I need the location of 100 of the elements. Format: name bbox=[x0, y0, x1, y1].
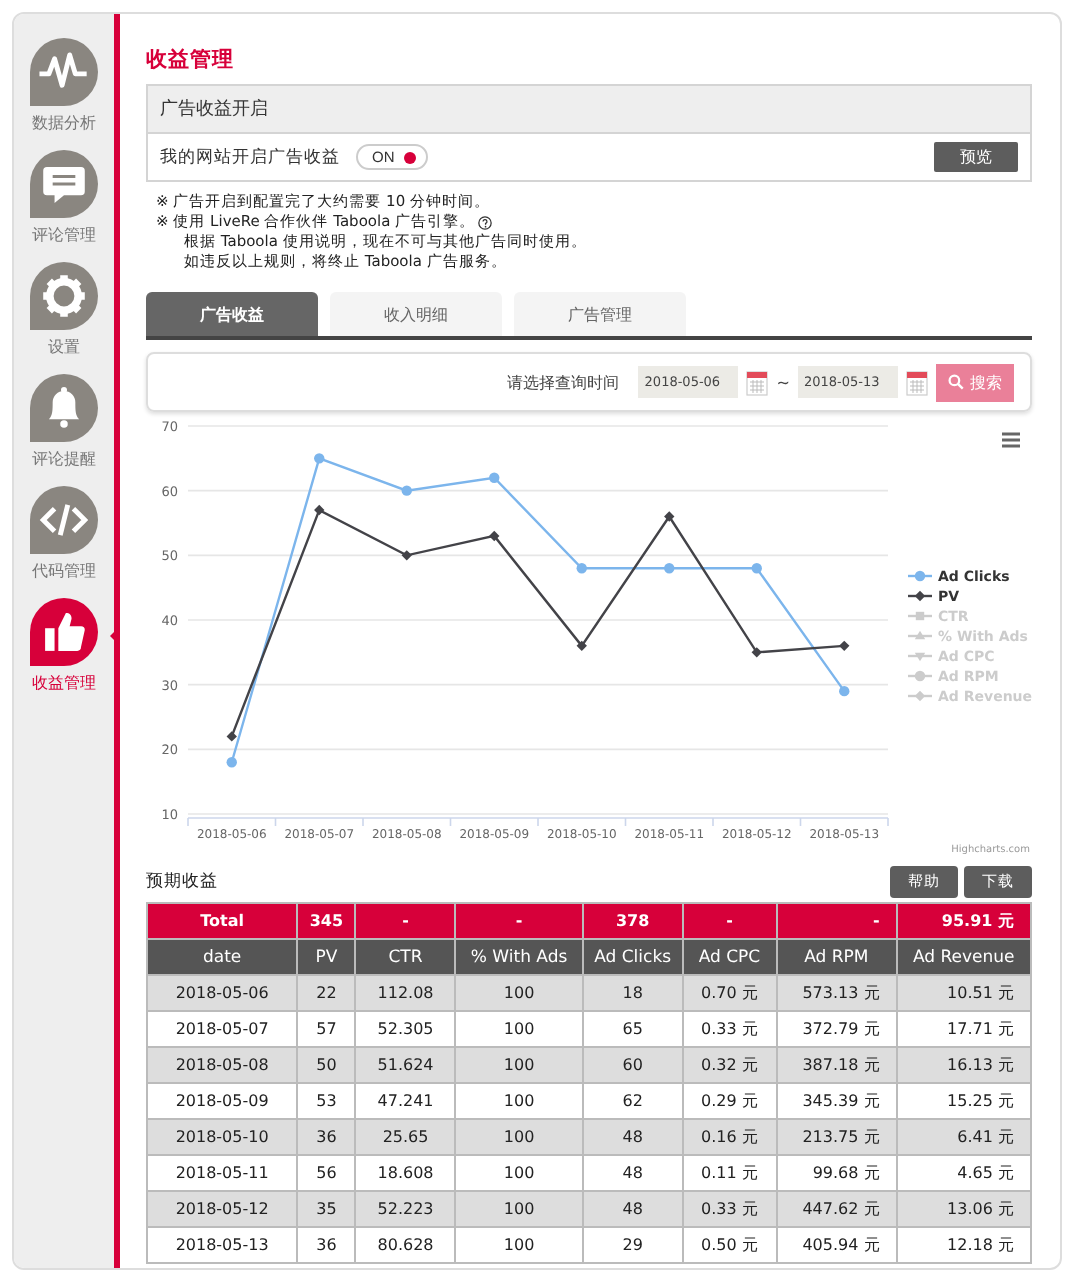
table-cell: 0.32 元 bbox=[682, 1047, 777, 1083]
legend-symbol bbox=[908, 590, 932, 602]
sidebar-item[interactable]: 数据分析 bbox=[14, 38, 114, 134]
table-cell: 18 bbox=[582, 975, 683, 1011]
panel-header: 广告收益开启 bbox=[148, 86, 1030, 134]
column-header: Ad Clicks bbox=[582, 939, 683, 975]
table-cell: 100 bbox=[455, 1191, 583, 1227]
column-header: CTR bbox=[355, 939, 456, 975]
column-header: date bbox=[147, 939, 298, 975]
table-cell: 100 bbox=[455, 1047, 583, 1083]
table-cell: 112.08 bbox=[355, 975, 456, 1011]
sidebar-item[interactable]: 设置 bbox=[14, 262, 114, 358]
page-title: 收益管理 bbox=[146, 46, 236, 74]
table-cell: 25.65 bbox=[355, 1119, 456, 1155]
help-icon[interactable] bbox=[477, 215, 492, 229]
table-cell: 35 bbox=[297, 1191, 356, 1227]
tab[interactable]: 广告管理 bbox=[514, 292, 686, 336]
preview-button[interactable]: 预览 bbox=[934, 142, 1018, 172]
point bbox=[664, 563, 675, 574]
table-cell: 2018-05-06 bbox=[147, 975, 298, 1011]
table-cell: 50 bbox=[297, 1047, 356, 1083]
legend-symbol bbox=[908, 611, 932, 621]
sidebar-item[interactable]: 代码管理 bbox=[14, 486, 114, 582]
calendar-icon[interactable] bbox=[906, 369, 928, 395]
table-cell: 405.94 元 bbox=[776, 1227, 897, 1263]
table-cell: 60 bbox=[582, 1047, 683, 1083]
sidebar-item[interactable]: 评论管理 bbox=[14, 150, 114, 246]
total-cell: Total bbox=[147, 903, 298, 939]
total-cell: - bbox=[455, 903, 583, 939]
tab[interactable]: 收入明细 bbox=[330, 292, 502, 336]
total-cell: - bbox=[355, 903, 456, 939]
legend-symbol bbox=[908, 630, 932, 640]
table-cell: 2018-05-08 bbox=[147, 1047, 298, 1083]
point bbox=[226, 731, 237, 742]
point bbox=[314, 504, 325, 516]
table-cell: 51.624 bbox=[355, 1047, 456, 1083]
separator: ~ bbox=[776, 373, 790, 391]
column-header: PV bbox=[297, 939, 356, 975]
table-cell: 2018-05-12 bbox=[147, 1191, 298, 1227]
legend-symbol bbox=[908, 652, 932, 662]
search-icon bbox=[948, 374, 964, 390]
point bbox=[839, 640, 850, 652]
total-cell: 345 bbox=[297, 903, 356, 939]
point bbox=[576, 640, 587, 652]
point bbox=[751, 563, 762, 574]
point bbox=[489, 472, 500, 483]
table-cell: 48 bbox=[582, 1119, 683, 1155]
search-button[interactable]: 搜索 bbox=[936, 363, 1014, 401]
table-cell: 100 bbox=[455, 1119, 583, 1155]
table-cell: 80.628 bbox=[355, 1227, 456, 1263]
table-cell: 48 bbox=[582, 1191, 683, 1227]
point bbox=[489, 530, 500, 542]
table-cell: 0.50 元 bbox=[682, 1227, 777, 1263]
table-cell: 100 bbox=[455, 975, 583, 1011]
table-cell: 213.75 元 bbox=[776, 1119, 897, 1155]
point bbox=[839, 685, 850, 697]
table-cell: 22 bbox=[297, 975, 356, 1011]
table-cell: 29 bbox=[582, 1227, 683, 1263]
column-header: Ad Revenue bbox=[896, 939, 1031, 975]
table-cell: 0.33 元 bbox=[682, 1191, 777, 1227]
column-header: % With Ads bbox=[455, 939, 583, 975]
tab[interactable]: 广告收益 bbox=[146, 292, 318, 336]
menu-icon[interactable] bbox=[1000, 432, 1022, 448]
table-cell: 573.13 元 bbox=[776, 975, 897, 1011]
setting-label: 我的网站开启广告收益 bbox=[160, 145, 340, 169]
total-cell: 378 bbox=[582, 903, 683, 939]
table-cell: 0.70 元 bbox=[682, 975, 777, 1011]
filter-label: 请选择查询时间 bbox=[506, 371, 619, 393]
table-cell: 387.18 元 bbox=[776, 1047, 897, 1083]
total-cell: - bbox=[682, 903, 777, 939]
legend-symbol bbox=[908, 570, 932, 582]
point bbox=[401, 550, 412, 561]
calendar-icon[interactable] bbox=[746, 369, 769, 395]
table-cell: 16.13 元 bbox=[896, 1047, 1031, 1083]
table-cell: 2018-05-10 bbox=[147, 1119, 298, 1155]
table-cell: 2018-05-13 bbox=[147, 1227, 298, 1263]
column-header: Ad CPC bbox=[682, 939, 777, 975]
table-cell: 10.51 元 bbox=[896, 975, 1031, 1011]
sidebar-item[interactable]: 评论提醒 bbox=[14, 374, 114, 470]
sidebar-item[interactable]: 收益管理 bbox=[14, 598, 114, 694]
table-cell: 12.18 元 bbox=[896, 1227, 1031, 1263]
table-cell: 447.62 元 bbox=[776, 1191, 897, 1227]
point bbox=[664, 511, 675, 522]
column-header: Ad RPM bbox=[776, 939, 897, 975]
total-cell: - bbox=[776, 903, 897, 939]
table-cell: 52.223 bbox=[355, 1191, 456, 1227]
table-cell: 0.16 元 bbox=[682, 1119, 777, 1155]
point bbox=[751, 647, 762, 658]
total-cell: 95.91 元 bbox=[896, 903, 1031, 939]
point bbox=[401, 485, 412, 496]
legend-symbol bbox=[908, 670, 932, 682]
point bbox=[226, 757, 237, 768]
table-cell: 13.06 元 bbox=[896, 1191, 1031, 1227]
legend-symbol bbox=[908, 690, 932, 702]
section-title: 预期收益 bbox=[146, 870, 218, 894]
table-cell: 36 bbox=[297, 1227, 356, 1263]
point bbox=[314, 453, 325, 464]
table-cell: 100 bbox=[455, 1227, 583, 1263]
table-cell: 6.41 元 bbox=[896, 1119, 1031, 1155]
table-cell: 36 bbox=[297, 1119, 356, 1155]
